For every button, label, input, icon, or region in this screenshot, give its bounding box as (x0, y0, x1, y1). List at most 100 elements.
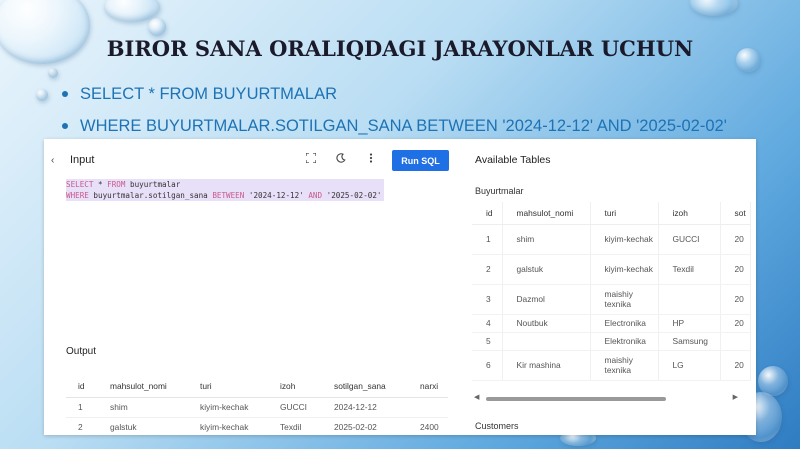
preview-cell: HP (658, 314, 721, 333)
preview-column-header: turi (590, 202, 659, 225)
output-cell: 2400 (408, 417, 448, 435)
preview-cell: 20 (720, 284, 751, 315)
output-cell: 2024-12-12 (322, 397, 408, 418)
sql-keyword: BETWEEN (212, 191, 245, 200)
available-tables-title: Available Tables (475, 154, 551, 166)
preview-cell: 4 (472, 314, 503, 333)
sql-keyword: AND (308, 191, 323, 200)
preview-column-header: mahsulot_nomi (502, 202, 591, 225)
preview-cell: 20 (720, 254, 751, 285)
preview-cell: 20 (720, 350, 751, 381)
preview-table-row: 5 Elektronika Samsung (472, 332, 751, 351)
preview-column-header: izoh (658, 202, 721, 225)
preview-table-row: 3 Dazmol maishiy texnika 20 (472, 284, 751, 315)
preview-table-row: 6 Kir mashina maishiy texnika LG 20 (472, 350, 751, 381)
table-name-buyurtmalar[interactable]: Buyurtmalar (475, 186, 524, 196)
sql-text: buyurtmalar (125, 180, 181, 189)
output-cell: 1 (66, 397, 98, 418)
sql-keyword: WHERE (66, 191, 89, 200)
scroll-left-arrow-icon[interactable]: ◀ (474, 393, 479, 401)
bullet-dot (62, 91, 68, 97)
bullet-item: SELECT * FROM BUYURTMALAR (62, 78, 727, 110)
sql-keyword: FROM (107, 180, 126, 189)
preview-cell: kiyim-kechak (590, 254, 659, 285)
output-column-header: mahsulot_nomi (98, 375, 188, 398)
theme-moon-icon[interactable] (334, 153, 348, 166)
sql-text: '2025-02-02' (322, 191, 382, 200)
collapse-chevron-icon[interactable]: ‹ (51, 155, 54, 166)
preview-cell: kiyim-kechak (590, 224, 659, 255)
buyurtmalar-preview-table: id mahsulot_nomi turi izoh sot 1 shim ki… (472, 202, 751, 381)
output-cell: shim (98, 397, 188, 418)
preview-header-row: id mahsulot_nomi turi izoh sot (472, 202, 751, 225)
bullet-text: WHERE BUYURTMALAR.SOTILGAN_SANA BETWEEN … (80, 116, 727, 135)
fullscreen-icon[interactable] (304, 152, 318, 166)
code-line-2: WHERE buyurtmalar.sotilgan_sana BETWEEN … (66, 190, 384, 201)
preview-cell: maishiy texnika (590, 350, 659, 381)
preview-column-header: id (472, 202, 503, 225)
output-cell: kiyim-kechak (188, 417, 268, 435)
preview-cell: 20 (720, 224, 751, 255)
output-cell (408, 397, 448, 418)
preview-table-row: 2 galstuk kiyim-kechak Texdil 20 (472, 254, 751, 285)
output-title: Output (66, 346, 97, 357)
output-cell: GUCCI (268, 397, 322, 418)
preview-cell: Elektronika (590, 332, 659, 351)
preview-cell: 2 (472, 254, 503, 285)
sql-text: * (93, 180, 108, 189)
preview-cell: shim (502, 224, 591, 255)
preview-cell: GUCCI (658, 224, 721, 255)
output-column-header: id (66, 375, 98, 398)
output-column-header: sotilgan_sana (322, 375, 408, 398)
preview-column-header: sot (720, 202, 751, 225)
bullet-text: SELECT * FROM BUYURTMALAR (80, 84, 338, 103)
preview-cell: galstuk (502, 254, 591, 285)
output-cell: 2025-02-02 (322, 417, 408, 435)
preview-cell: LG (658, 350, 721, 381)
sql-playground-panel: ‹ Input Run SQL SELECT * FROM buyurtmala… (44, 139, 756, 435)
slide-title: BIROR SANA ORALIQDAGI JARAYONLAR UCHUN (106, 36, 694, 61)
output-cell: galstuk (98, 417, 188, 435)
output-cell: 2 (66, 417, 98, 435)
output-table: id mahsulot_nomi turi izoh sotilgan_sana… (66, 375, 448, 435)
editor-pane: ‹ Input Run SQL SELECT * FROM buyurtmala… (44, 139, 464, 435)
output-column-header: turi (188, 375, 268, 398)
preview-cell: Dazmol (502, 284, 591, 315)
output-cell: Texdil (268, 417, 322, 435)
run-sql-button[interactable]: Run SQL (392, 150, 449, 171)
output-column-header: narxi (408, 375, 448, 398)
available-tables-pane: Available Tables Buyurtmalar id mahsulot… (468, 139, 756, 435)
preview-cell: 1 (472, 224, 503, 255)
sql-editor[interactable]: SELECT * FROM buyurtmalar WHERE buyurtma… (66, 179, 384, 201)
water-drop-decoration (148, 18, 166, 36)
preview-cell: Texdil (658, 254, 721, 285)
preview-cell (658, 284, 721, 315)
bullet-dot (62, 123, 68, 129)
sql-text: '2024-12-12' (244, 191, 309, 200)
preview-cell: maishiy texnika (590, 284, 659, 315)
preview-cell: 6 (472, 350, 503, 381)
output-header-row: id mahsulot_nomi turi izoh sotilgan_sana… (66, 375, 448, 398)
sql-keyword: SELECT (66, 180, 94, 189)
preview-cell: Electronika (590, 314, 659, 333)
table-name-customers[interactable]: Customers (475, 421, 519, 431)
preview-cell (502, 332, 591, 351)
preview-cell: Noutbuk (502, 314, 591, 333)
water-drop-decoration (690, 0, 738, 16)
scrollbar-thumb[interactable] (486, 397, 666, 401)
horizontal-scrollbar[interactable]: ◀ ▶ (474, 394, 744, 404)
preview-cell: 5 (472, 332, 503, 351)
preview-cell: Kir mashina (502, 350, 591, 381)
sql-text: buyurtmalar.sotilgan_sana (88, 191, 213, 200)
scroll-right-arrow-icon[interactable]: ▶ (733, 393, 738, 401)
preview-cell: 20 (720, 314, 751, 333)
water-drop-decoration (48, 68, 58, 78)
bullet-item: WHERE BUYURTMALAR.SOTILGAN_SANA BETWEEN … (62, 110, 727, 142)
preview-table-row: 4 Noutbuk Electronika HP 20 (472, 314, 751, 333)
more-vertical-icon[interactable] (364, 153, 378, 166)
output-table-row: 1 shim kiyim-kechak GUCCI 2024-12-12 (66, 397, 448, 418)
output-cell: kiyim-kechak (188, 397, 268, 418)
water-drop-decoration (36, 89, 48, 101)
input-title: Input (70, 154, 95, 166)
preview-cell: Samsung (658, 332, 721, 351)
